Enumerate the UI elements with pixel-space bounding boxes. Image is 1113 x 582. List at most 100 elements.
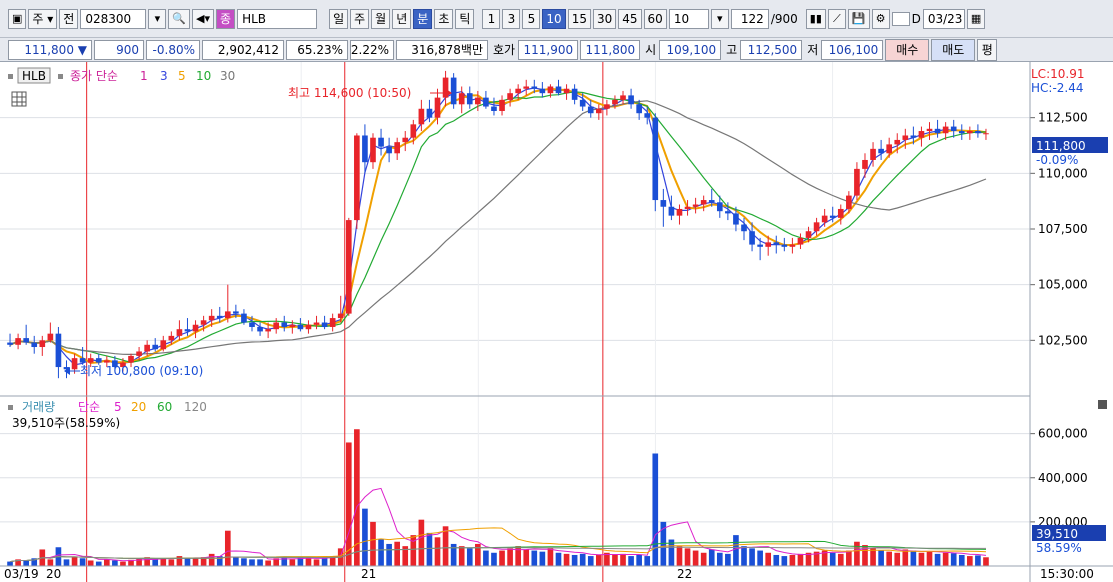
candle-body [71, 358, 78, 370]
candle-body [983, 133, 989, 135]
candle-body [523, 86, 530, 89]
volume-bar [184, 558, 191, 566]
type-select[interactable]: 주 ▾ [28, 8, 58, 29]
period-tab-2[interactable]: 월 [371, 8, 391, 29]
volume-bar [345, 442, 352, 566]
interval-tab-3[interactable]: 10 [542, 8, 566, 29]
volume-info: 39,510주(58.59%) [12, 416, 120, 430]
date-input[interactable]: 03/23 [922, 8, 965, 29]
candle-body [370, 137, 376, 163]
candle-body [273, 322, 280, 330]
candle-body [918, 131, 925, 138]
prev-button[interactable]: 전 [59, 8, 79, 29]
speaker-icon[interactable]: ◀▾ [192, 8, 215, 29]
legend-vma5[interactable]: 5 [114, 400, 122, 414]
volume-bar [854, 541, 860, 566]
candle-body [483, 97, 489, 107]
volume-bar [781, 556, 788, 566]
calendar-icon[interactable]: ▦ [966, 8, 986, 29]
gear-icon[interactable]: ⚙ [871, 8, 890, 29]
legend-ma-title[interactable]: 종가 단순 [70, 69, 118, 83]
interval-tab-0[interactable]: 1 [482, 8, 501, 29]
candle-body [773, 242, 780, 245]
legend-ma3[interactable]: 3 [160, 69, 168, 83]
line-tool-icon[interactable]: ⟋ [827, 8, 846, 29]
legend-ma1[interactable]: 1 [140, 69, 148, 83]
candle-body [329, 318, 336, 327]
candle-body [604, 104, 610, 109]
legend-ma5[interactable]: 5 [178, 69, 186, 83]
count-input[interactable]: 122 [730, 8, 769, 29]
interval-select[interactable]: 10 [668, 8, 709, 29]
time-end-label: 15:30:00 [1040, 567, 1094, 581]
collapse-icon[interactable] [1098, 400, 1107, 409]
open-value: 109,100 [659, 39, 722, 60]
legend-bullet-icon [8, 405, 13, 410]
legend-volume-title[interactable]: 거래량 [22, 400, 55, 414]
interval-dropdown-icon[interactable]: ▾ [710, 8, 729, 29]
candle-body [733, 213, 739, 225]
candle-body [103, 360, 110, 363]
save-icon[interactable]: 💾 [847, 8, 870, 29]
period-tab-5[interactable]: 초 [434, 8, 454, 29]
code-input[interactable]: 028300 [80, 8, 147, 29]
buy-button[interactable]: 매수 [885, 38, 930, 61]
price-chart[interactable]: 112,500 110,000 107,500 105,000 102,500 600,0… [0, 62, 1113, 582]
legend-vma20[interactable]: 20 [131, 400, 146, 414]
volume-bar [386, 543, 392, 566]
candle-body [257, 326, 263, 332]
candle-body [362, 135, 368, 163]
candle-body [354, 135, 360, 221]
period-tab-1[interactable]: 주 [350, 8, 370, 29]
period-tab-6[interactable]: 틱 [455, 8, 475, 29]
legend-vma-title[interactable]: 단순 [78, 400, 100, 414]
candle-body [934, 128, 941, 134]
period-tab-4[interactable]: 분 [413, 8, 433, 29]
candle-body [975, 131, 981, 134]
dropdown-icon[interactable]: ▾ [148, 8, 167, 29]
candle-body [571, 88, 578, 100]
interval-tab-5[interactable]: 30 [592, 8, 617, 29]
legend-ma10[interactable]: 10 [196, 69, 211, 83]
legend-ma30[interactable]: 30 [220, 69, 235, 83]
volume-bar [289, 559, 296, 566]
interval-tab-4[interactable]: 15 [567, 8, 591, 29]
candle-body [837, 208, 844, 218]
interval-tab-1[interactable]: 3 [502, 8, 521, 29]
interval-tab-6[interactable]: 45 [618, 8, 642, 29]
interval-tab-7[interactable]: 60 [643, 8, 667, 29]
volume-bar [466, 548, 473, 566]
candle-body [152, 344, 159, 350]
legend-stock: HLB [22, 69, 46, 83]
candle-body [587, 106, 594, 114]
window-icon[interactable]: ▣ [8, 8, 27, 29]
search-icon[interactable]: 🔍 [168, 8, 191, 29]
volume-bar [362, 508, 368, 566]
eval-button[interactable]: 평 [977, 38, 998, 61]
interval-tab-2[interactable]: 5 [522, 8, 541, 29]
candle-body [55, 333, 62, 368]
current-price: 111,800 ▼ [8, 39, 92, 60]
volume-bar [942, 552, 949, 566]
volume-bar [442, 526, 449, 566]
volume-bar [313, 559, 320, 566]
candle-body [79, 358, 86, 363]
volume-bar [491, 552, 497, 566]
interval-tabs: 1 3 5 10 15 30 45 60 [482, 8, 668, 29]
candle-body [434, 97, 441, 118]
period-tab-0[interactable]: 일 [329, 8, 349, 29]
stock-name-field[interactable]: HLB [237, 8, 318, 29]
period-tab-3[interactable]: 년 [392, 8, 412, 29]
bar-chart-icon[interactable]: ▮▮ [805, 8, 826, 29]
table-icon[interactable] [11, 91, 27, 107]
d-checkbox[interactable] [891, 11, 910, 26]
legend-vma120[interactable]: 120 [184, 400, 207, 414]
volume-bar [757, 550, 763, 566]
volume-bar [499, 550, 505, 566]
candle-body [595, 108, 602, 114]
legend-vma60[interactable]: 60 [157, 400, 172, 414]
legend-bullet-icon [8, 74, 13, 79]
candle-body [281, 322, 288, 327]
volume-bar [579, 553, 586, 566]
sell-button[interactable]: 매도 [931, 38, 976, 61]
